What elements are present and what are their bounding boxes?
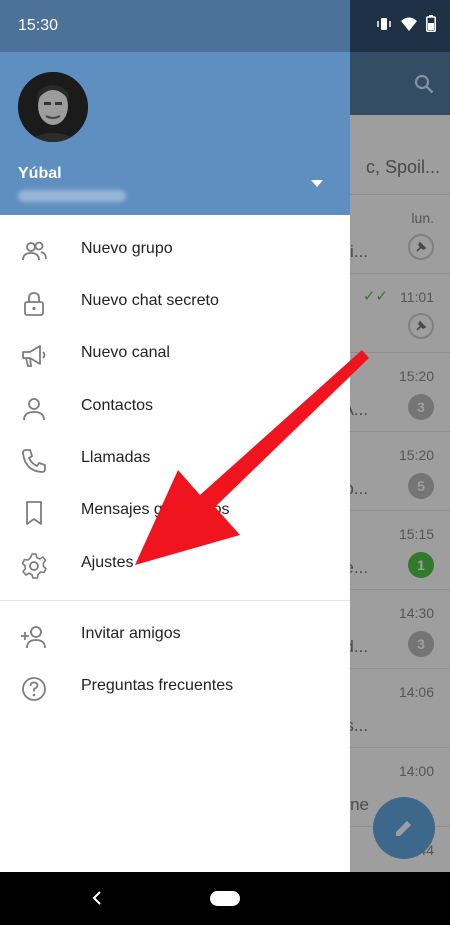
pointer-arrow-annotation [135, 350, 369, 565]
